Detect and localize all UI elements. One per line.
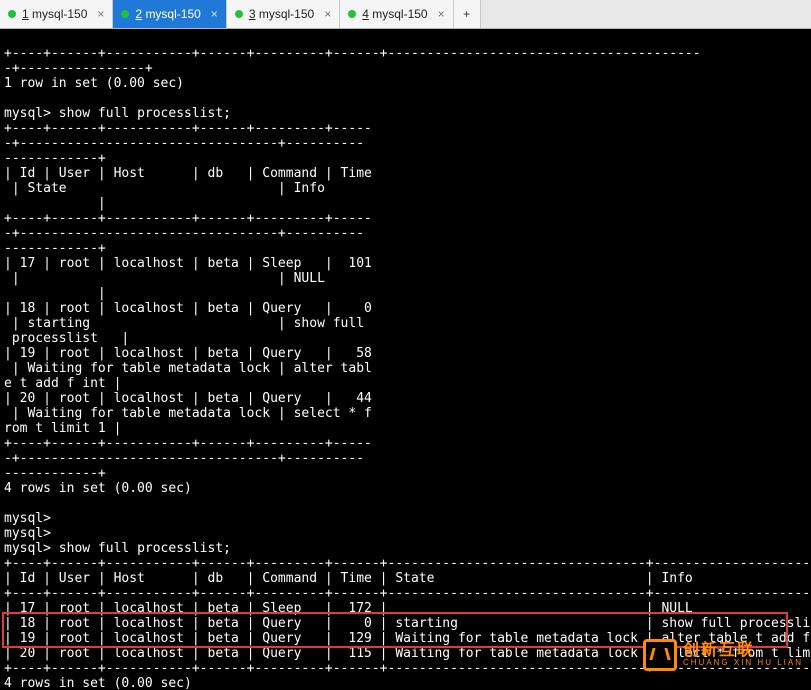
- table-divider: +----+------+-----------+------+--------…: [4, 556, 811, 571]
- output-text: |: [4, 196, 106, 211]
- output-text: | Waiting for table metadata lock | alte…: [4, 361, 372, 376]
- output-text: -+---------------------------------+----…: [4, 226, 364, 241]
- status-dot-icon: [121, 10, 129, 18]
- terminal[interactable]: +----+------+-----------+------+--------…: [0, 29, 811, 690]
- output-text: ------------+: [4, 151, 106, 166]
- output-text: | State | Info: [4, 181, 364, 196]
- tab-1[interactable]: 1 mysql-150 ×: [0, 0, 113, 28]
- output-text: | Id | User | Host | db | Command | Time: [4, 166, 372, 181]
- prompt: mysql>: [4, 106, 51, 121]
- output-text: -+----------------+: [4, 61, 153, 76]
- output-text: | | NULL: [4, 271, 364, 286]
- prompt: mysql>: [4, 541, 51, 556]
- output-text: | 18 | root | localhost | beta | Query |…: [4, 301, 372, 316]
- output-text: 4 rows in set (0.00 sec): [4, 481, 192, 496]
- tab-number: 2: [135, 7, 142, 21]
- tab-2[interactable]: 2 mysql-150 ×: [113, 0, 226, 28]
- close-icon[interactable]: ×: [438, 7, 445, 21]
- output-text: +----+------+-----------+------+--------…: [4, 46, 701, 61]
- output-text: -+---------------------------------+----…: [4, 136, 364, 151]
- output-text: | 17 | root | localhost | beta | Sleep |…: [4, 256, 372, 271]
- output-text: 4 rows in set (0.00 sec): [4, 676, 192, 690]
- add-tab-button[interactable]: +: [454, 0, 481, 28]
- close-icon[interactable]: ×: [211, 7, 218, 21]
- table-header: | Id | User | Host | db | Command | Time…: [4, 571, 811, 586]
- output-text: +----+------+-----------+------+--------…: [4, 211, 372, 226]
- output-text: +----+------+-----------+------+--------…: [4, 436, 372, 451]
- output-text: 1 row in set (0.00 sec): [4, 76, 184, 91]
- tab-label: mysql-150: [259, 7, 314, 21]
- table-row: | 18 | root | localhost | beta | Query |…: [4, 616, 811, 631]
- table-divider: +----+------+-----------+------+--------…: [4, 586, 811, 601]
- tab-label: mysql-150: [145, 7, 200, 21]
- table-divider: +----+------+-----------+------+--------…: [4, 661, 811, 676]
- output-text: | Waiting for table metadata lock | sele…: [4, 406, 372, 421]
- table-row: | 19 | root | localhost | beta | Query |…: [4, 631, 811, 646]
- tab-label: mysql-150: [372, 7, 427, 21]
- status-dot-icon: [235, 10, 243, 18]
- tab-bar: 1 mysql-150 × 2 mysql-150 × 3 mysql-150 …: [0, 0, 811, 29]
- command: show full processlist;: [59, 541, 231, 556]
- command: show full processlist;: [59, 106, 231, 121]
- tab-label: mysql-150: [32, 7, 87, 21]
- tab-3[interactable]: 3 mysql-150 ×: [227, 0, 340, 28]
- output-text: -+---------------------------------+----…: [4, 451, 364, 466]
- tab-number: 1: [22, 7, 29, 21]
- table-row: | 20 | root | localhost | beta | Query |…: [4, 646, 811, 661]
- status-dot-icon: [348, 10, 356, 18]
- tab-4[interactable]: 4 mysql-150 ×: [340, 0, 453, 28]
- output-text: ------------+: [4, 241, 106, 256]
- output-text: | 20 | root | localhost | beta | Query |…: [4, 391, 372, 406]
- output-text: | starting | show full: [4, 316, 364, 331]
- prompt: mysql>: [4, 511, 51, 526]
- output-text: | 19 | root | localhost | beta | Query |…: [4, 346, 372, 361]
- close-icon[interactable]: ×: [97, 7, 104, 21]
- output-text: rom t limit 1 |: [4, 421, 121, 436]
- tab-number: 3: [249, 7, 256, 21]
- tab-number: 4: [362, 7, 369, 21]
- output-text: e t add f int |: [4, 376, 121, 391]
- output-text: processlist |: [4, 331, 129, 346]
- close-icon[interactable]: ×: [324, 7, 331, 21]
- output-text: |: [4, 286, 106, 301]
- status-dot-icon: [8, 10, 16, 18]
- output-text: ------------+: [4, 466, 106, 481]
- table-row: | 17 | root | localhost | beta | Sleep |…: [4, 601, 811, 616]
- prompt: mysql>: [4, 526, 51, 541]
- output-text: +----+------+-----------+------+--------…: [4, 121, 372, 136]
